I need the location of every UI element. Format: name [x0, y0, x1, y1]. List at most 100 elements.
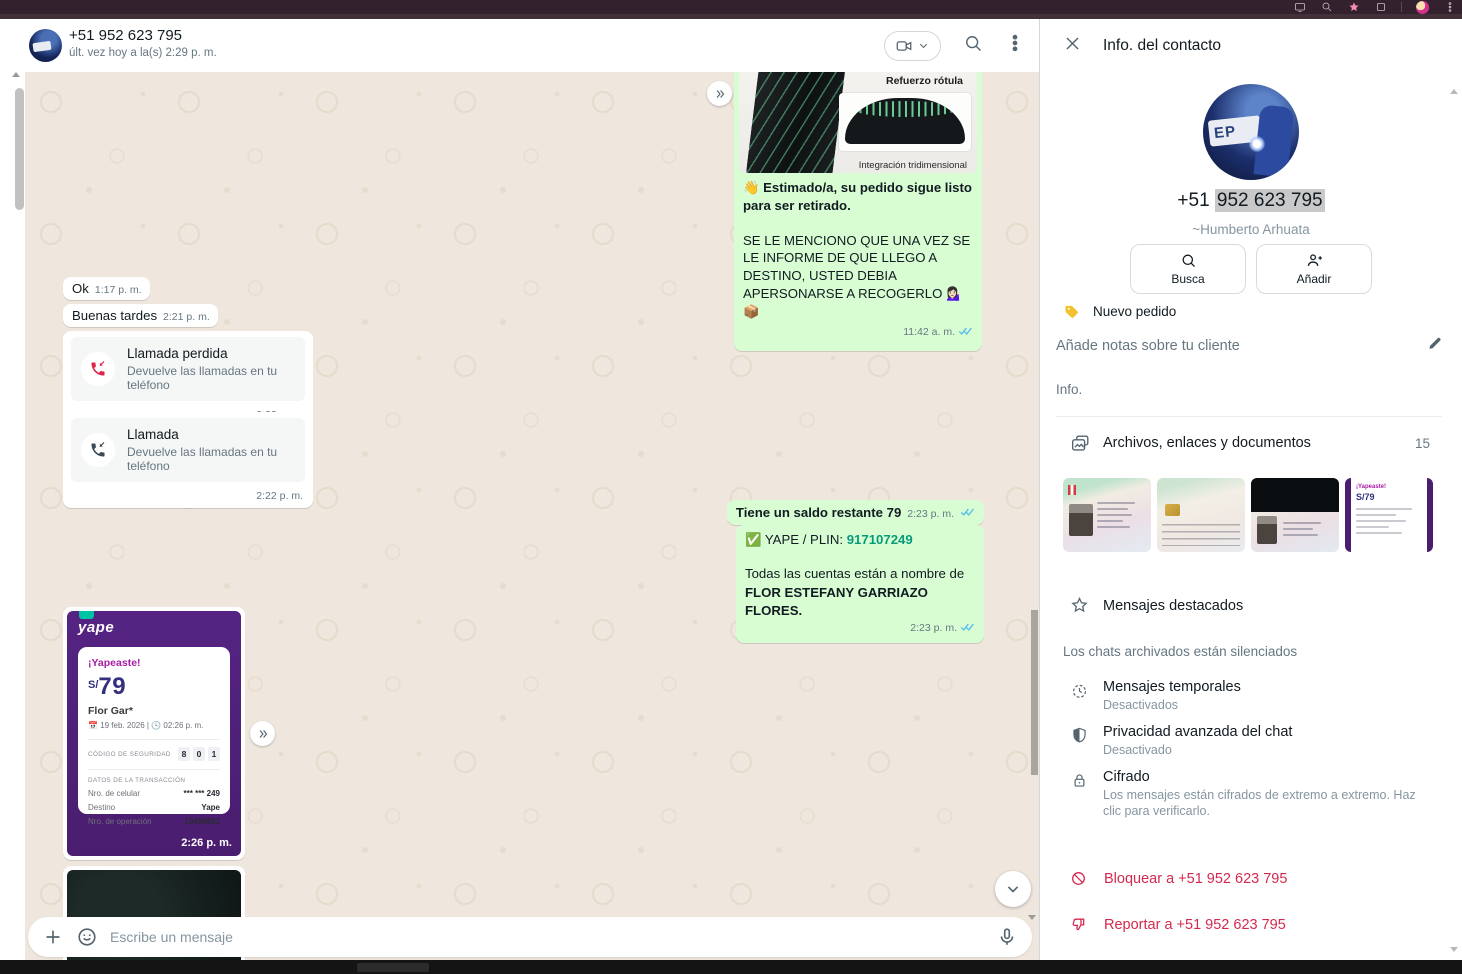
- knee-sleeve-graphic: [742, 72, 851, 173]
- message-time: 2:23 p. m.: [907, 508, 954, 520]
- media-files-icon: [1069, 432, 1091, 459]
- message-text: Ok: [72, 281, 89, 296]
- message-composer[interactable]: [28, 917, 1032, 957]
- contact-avatar-small[interactable]: [29, 29, 62, 62]
- contact-avatar-large[interactable]: EP: [1203, 84, 1299, 180]
- report-contact-row[interactable]: Reportar a +51 952 623 795: [1040, 916, 1286, 933]
- setting-subtitle: Los mensajes están cifrados de extremo a…: [1103, 788, 1423, 819]
- tx-row-label: Nro. de operación: [88, 817, 152, 826]
- scrollbar-down-arrow[interactable]: [1028, 915, 1036, 920]
- extensions-icon[interactable]: [1374, 1, 1387, 14]
- receipt-tx-label: DATOS DE LA TRANSACCIÓN: [88, 777, 220, 784]
- person-add-icon: [1306, 252, 1323, 269]
- contact-push-name: ~Humberto Arhuata: [1040, 222, 1462, 237]
- star-icon: [1069, 595, 1090, 621]
- chat-scrollbar-thumb[interactable]: [1031, 610, 1038, 775]
- mic-icon[interactable]: [996, 926, 1018, 948]
- message-order: Refuerzo rótula Integración tridimension…: [734, 72, 982, 351]
- chat-menu-icon[interactable]: [1005, 33, 1025, 58]
- call-card[interactable]: Llamada perdida Devuelve las llamadas en…: [71, 337, 305, 401]
- call-card[interactable]: Llamada Devuelve las llamadas en tu telé…: [71, 418, 305, 482]
- shield-icon: [1070, 726, 1089, 750]
- chat-title[interactable]: +51 952 623 795: [69, 27, 217, 44]
- attach-plus-icon[interactable]: [42, 926, 64, 948]
- label-tag-icon: [1063, 303, 1080, 320]
- read-receipt-icon: [958, 323, 973, 341]
- edit-pencil-icon[interactable]: [1426, 334, 1444, 357]
- block-contact-row[interactable]: Bloquear a +51 952 623 795: [1040, 870, 1287, 887]
- message-text: 👋 Estimado/a, su pedido sigue listo para…: [743, 179, 973, 215]
- browser-titlebar: [0, 0, 1462, 14]
- panel-scrollbar-up-arrow[interactable]: [1450, 89, 1458, 94]
- setting-title: Cifrado: [1103, 769, 1150, 785]
- bookmark-star-icon[interactable]: [1347, 1, 1360, 14]
- setting-subtitle: Desactivado: [1103, 743, 1423, 759]
- browser-profile-avatar[interactable]: [1416, 1, 1429, 14]
- media-thumbnail-id-back[interactable]: [1157, 478, 1245, 552]
- chevron-down-icon: [917, 39, 930, 52]
- taskbar-item[interactable]: [357, 963, 429, 972]
- message-input[interactable]: [110, 929, 984, 945]
- tx-row-value: *** *** 249: [184, 789, 220, 798]
- message-ok: Ok 1:17 p. m.: [63, 277, 150, 300]
- archived-chats-note: Los chats archivados están silenciados: [1063, 644, 1297, 659]
- message-call: Llamada Devuelve las llamadas en tu telé…: [63, 412, 313, 508]
- thumbs-down-icon: [1070, 916, 1087, 933]
- chat-header[interactable]: +51 952 623 795 últ. vez hoy a la(s) 2:2…: [25, 19, 1039, 72]
- message-greeting: Buenas tardes 2:21 p. m.: [63, 304, 218, 327]
- setting-title: Privacidad avanzada del chat: [1103, 724, 1292, 740]
- contact-info-panel: Info. del contacto EP +51 952 623 795 ~H…: [1039, 19, 1462, 960]
- message-text: ✅ YAPE / PLIN:: [745, 532, 847, 547]
- cast-icon[interactable]: [1293, 1, 1306, 14]
- yape-receipt-image[interactable]: yape ¡Yapeaste! S/79 Flor Gar* 📅 19 feb.…: [67, 611, 241, 856]
- image-label-top: Refuerzo rótula: [886, 75, 963, 87]
- whatsapp-app: +51 952 623 795 últ. vez hoy a la(s) 2:2…: [0, 19, 1462, 960]
- message-text: Buenas tardes: [72, 308, 157, 323]
- lock-icon: [1070, 771, 1089, 795]
- emoji-icon[interactable]: [76, 926, 98, 948]
- contact-phone[interactable]: +51 952 623 795: [1040, 190, 1462, 212]
- search-in-chat-button[interactable]: Busca: [1130, 244, 1246, 294]
- search-icon: [1180, 252, 1197, 269]
- message-balance: Tiene un saldo restante 79 2:23 p. m.: [727, 500, 984, 525]
- media-thumbnail-receipt[interactable]: ¡Yapeaste! S/79: [1345, 478, 1433, 552]
- order-label-text: Nuevo pedido: [1093, 304, 1176, 319]
- receipt-datetime: 📅 19 feb. 2026 | 🕓 02:26 p. m.: [88, 721, 220, 730]
- media-files-row[interactable]: Archivos, enlaces y documentos 15: [1040, 430, 1462, 460]
- add-contact-button[interactable]: Añadir: [1256, 244, 1372, 294]
- tx-row-label: Nro. de celular: [88, 789, 140, 798]
- phone-link[interactable]: 917107249: [847, 532, 913, 547]
- product-image[interactable]: Refuerzo rótula Integración tridimension…: [739, 72, 977, 173]
- mini-receipt-amount: S/79: [1356, 492, 1427, 502]
- message-yape-info: ✅ YAPE / PLIN: 917107249 Todas las cuent…: [736, 525, 984, 643]
- yape-app-icon: [79, 611, 94, 619]
- tx-row-label: Destino: [88, 803, 115, 812]
- scrollbar-up-arrow[interactable]: [12, 72, 20, 77]
- avatar-spark: [1249, 136, 1265, 152]
- setting-title: Mensajes temporales: [1103, 679, 1241, 695]
- security-digit: 1: [208, 747, 220, 761]
- message-yape-receipt: yape ¡Yapeaste! S/79 Flor Gar* 📅 19 feb.…: [63, 607, 245, 860]
- tx-row-value: Yape: [201, 803, 220, 812]
- video-call-button[interactable]: [884, 31, 941, 61]
- close-icon[interactable]: [1063, 34, 1082, 58]
- media-thumbnail-id-front[interactable]: [1063, 478, 1151, 552]
- missed-call-icon: [81, 352, 115, 386]
- order-label-row[interactable]: Nuevo pedido: [1063, 303, 1176, 320]
- forward-message-button[interactable]: [707, 81, 732, 106]
- chat-search-icon[interactable]: [963, 33, 983, 58]
- tx-row-value: 15459801: [184, 817, 220, 826]
- os-taskbar[interactable]: [0, 960, 1462, 974]
- panel-title: Info. del contacto: [1103, 37, 1221, 55]
- scrollbar-thumb[interactable]: [15, 88, 24, 210]
- forward-message-button[interactable]: [250, 721, 275, 746]
- search-tabs-icon[interactable]: [1320, 1, 1333, 14]
- client-notes-row[interactable]: Añade notas sobre tu cliente: [1056, 334, 1444, 357]
- panel-scrollbar-down-arrow[interactable]: [1450, 947, 1458, 952]
- browser-menu-icon[interactable]: [1443, 1, 1456, 14]
- message-time: 2:22 p. m.: [256, 490, 303, 502]
- media-thumbnail-id-photo[interactable]: [1251, 478, 1339, 552]
- panel-header: Info. del contacto: [1040, 19, 1462, 72]
- scroll-to-bottom-button[interactable]: [995, 871, 1031, 907]
- block-icon: [1070, 870, 1087, 887]
